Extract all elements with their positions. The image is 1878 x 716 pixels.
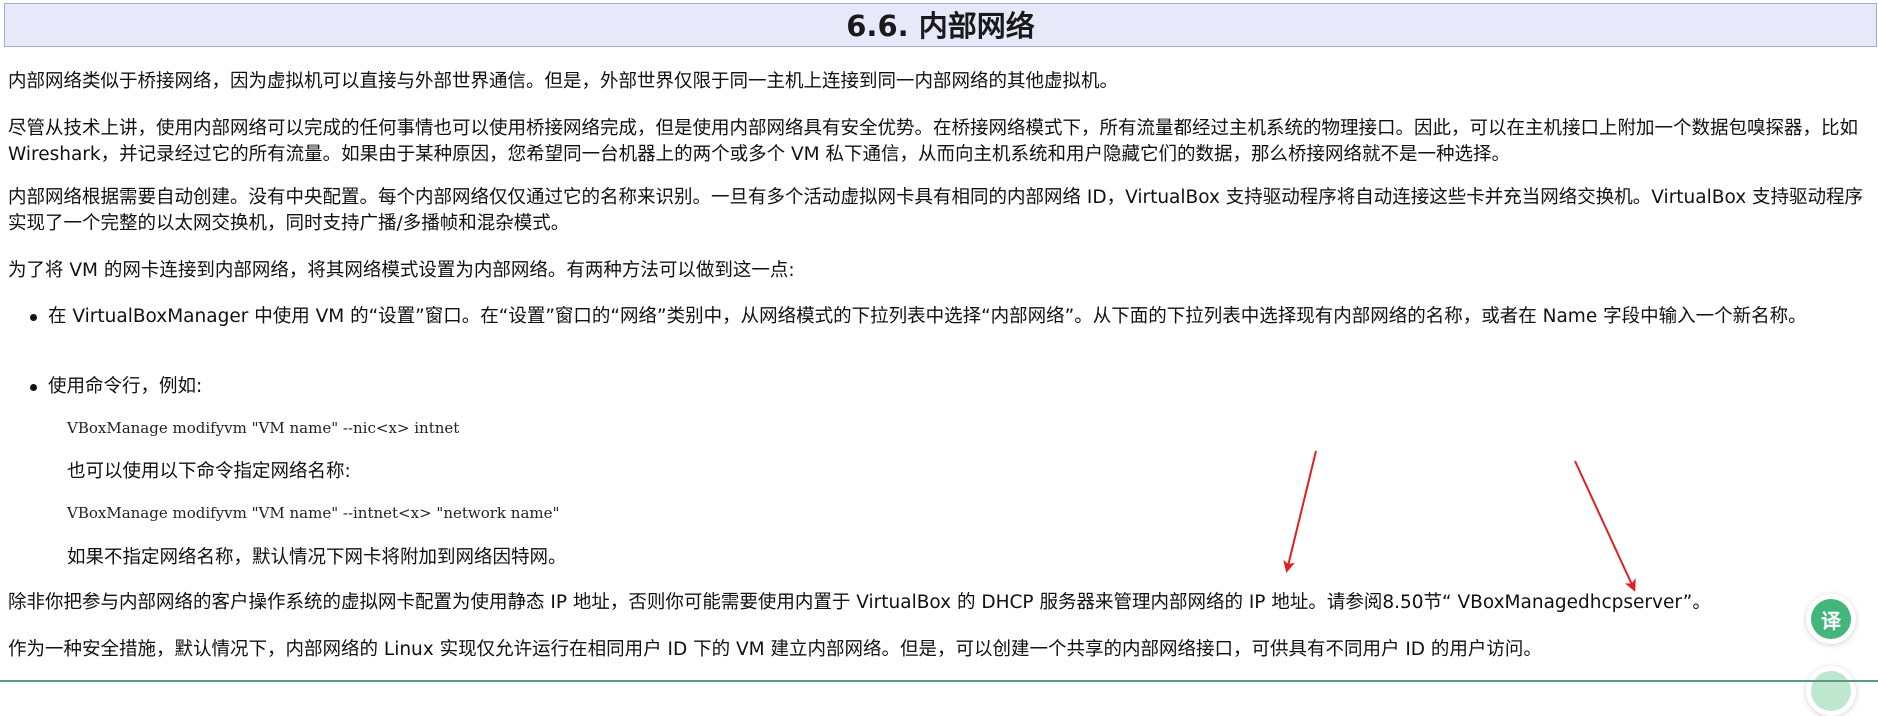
section-header: 6.6. 内部网络 (4, 3, 1877, 47)
bottom-divider (0, 680, 1878, 682)
code-block-intnet: VBoxManage modifyvm "VM name" --intnet<x… (67, 504, 560, 522)
floating-button-icon (1811, 671, 1851, 711)
bullet-text-gui: 在 VirtualBoxManager 中使用 VM 的“设置”窗口。在“设置”… (48, 306, 1807, 327)
translate-button[interactable]: 译 (1806, 594, 1856, 644)
paragraph-auto-create: 内部网络根据需要自动创建。没有中央配置。每个内部网络仅仅通过它的名称来识别。一旦… (8, 187, 1864, 234)
paragraph-linux: 作为一种安全措施，默认情况下，内部网络的 Linux 实现仅允许运行在相同用户 … (8, 639, 1542, 660)
bullet-icon (30, 384, 37, 391)
code-block-nic: VBoxManage modifyvm "VM name" --nic<x> i… (67, 419, 460, 437)
list-item: 在 VirtualBoxManager 中使用 VM 的“设置”窗口。在“设置”… (30, 304, 1870, 330)
paragraph-methods: 为了将 VM 的网卡连接到内部网络，将其网络模式设置为内部网络。有两种方法可以做… (8, 260, 795, 281)
paragraph-dhcp: 除非你把参与内部网络的客户操作系统的虚拟网卡配置为使用静态 IP 地址，否则你可… (8, 592, 1711, 613)
bullet-icon (30, 314, 37, 321)
annotation-arrows (1283, 450, 1636, 592)
translate-icon: 译 (1811, 599, 1851, 639)
paragraph-security: 尽管从技术上讲，使用内部网络可以完成的任何事情也可以使用桥接网络完成，但是使用内… (8, 118, 1859, 165)
note-network-name: 也可以使用以下命令指定网络名称: (67, 461, 351, 482)
note-default-network: 如果不指定网络名称，默认情况下网卡将附加到网络因特网。 (67, 547, 567, 568)
list-item: 使用命令行，例如: (30, 374, 1870, 400)
section-title: 6.6. 内部网络 (846, 9, 1035, 43)
floating-button[interactable] (1806, 666, 1856, 716)
bullet-text-cli: 使用命令行，例如: (48, 376, 203, 397)
paragraph-intro: 内部网络类似于桥接网络，因为虚拟机可以直接与外部世界通信。但是，外部世界仅限于同… (8, 71, 1119, 92)
